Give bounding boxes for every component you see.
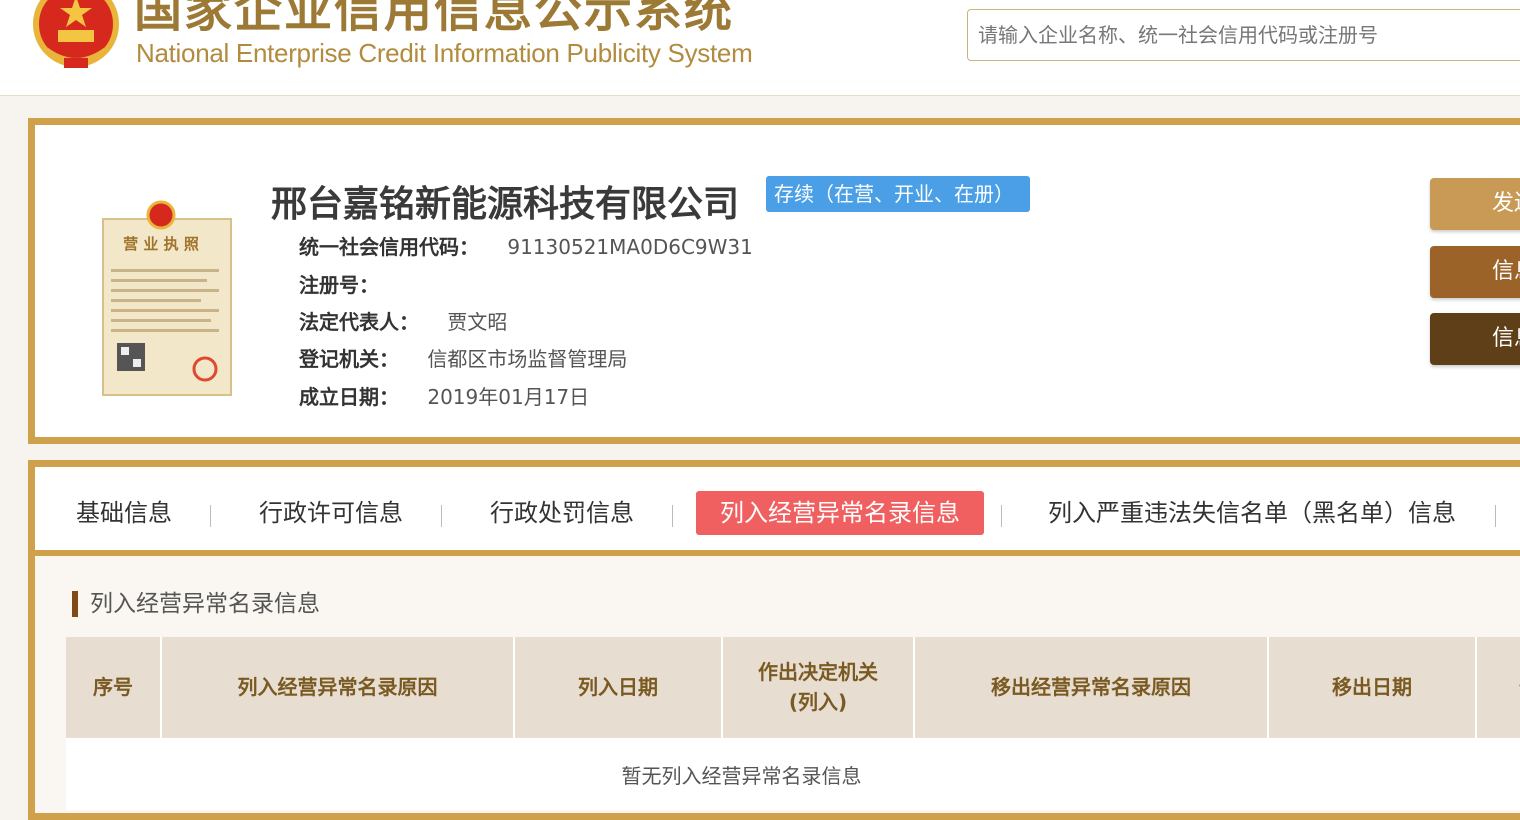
table-header-row: 序号 列入经营异常名录原因 列入日期 作出决定机关 (列入) 移出经营异常名录原…	[66, 637, 1520, 738]
credit-code-row: 统一社会信用代码： 91130521MA0D6C9W31	[299, 231, 753, 260]
credit-code-value: 91130521MA0D6C9W31	[507, 235, 753, 259]
info-button-1[interactable]: 信息	[1430, 246, 1520, 298]
reg-authority-row: 登记机关： 信都区市场监督管理局	[299, 343, 627, 372]
col-header-decision-authority: 作出决定机关 (列入)	[722, 637, 915, 738]
tab-abnormal-operation[interactable]: 列入经营异常名录信息	[696, 491, 984, 535]
reg-authority-label: 登记机关：	[299, 347, 399, 371]
col-header-remove-date: 移出日期	[1268, 637, 1477, 738]
reg-number-label: 注册号：	[299, 273, 379, 297]
search-input[interactable]	[968, 10, 1520, 60]
tab-blacklist[interactable]: 列入严重违法失信名单（黑名单）信息	[1048, 491, 1456, 535]
col-header-truncated: 作	[1476, 637, 1520, 738]
company-info-card: 营 业 执 照 邢台嘉铭新能源科技有限公司 存续（在营、开业、在册） 统一社会信…	[28, 118, 1520, 444]
send-button[interactable]: 发送	[1430, 178, 1520, 230]
svg-text:营 业 执 照: 营 业 执 照	[123, 235, 199, 253]
search-box[interactable]	[967, 9, 1520, 61]
abnormal-list-table: 序号 列入经营异常名录原因 列入日期 作出决定机关 (列入) 移出经营异常名录原…	[66, 637, 1520, 810]
info-button-2[interactable]: 信息	[1430, 313, 1520, 365]
table-row: 暂无列入经营异常名录信息	[66, 737, 1520, 810]
col-header-list-date: 列入日期	[514, 637, 723, 738]
empty-message: 暂无列入经营异常名录信息	[66, 737, 1520, 810]
est-date-label: 成立日期：	[299, 385, 399, 409]
reg-authority-value: 信都区市场监督管理局	[427, 347, 628, 371]
site-title-en: National Enterprise Credit Information P…	[136, 38, 753, 68]
site-title-cn: 国家企业信用信息公示系统	[134, 0, 735, 38]
company-name: 邢台嘉铭新能源科技有限公司	[271, 184, 740, 225]
tab-bar: 基础信息 行政许可信息 行政处罚信息 列入经营异常名录信息 列入严重违法失信名单…	[35, 467, 1520, 556]
col-header-list-reason: 列入经营异常名录原因	[161, 637, 515, 738]
national-emblem-icon	[33, 0, 119, 68]
col-header-index: 序号	[66, 637, 162, 738]
reg-number-row: 注册号：	[299, 269, 401, 298]
est-date-value: 2019年01月17日	[427, 385, 590, 409]
tab-admin-license[interactable]: 行政许可信息	[259, 491, 403, 535]
tab-admin-penalty[interactable]: 行政处罚信息	[490, 491, 634, 535]
tab-divider	[1001, 505, 1002, 527]
tab-divider	[672, 505, 673, 527]
tab-divider	[441, 505, 442, 527]
tab-divider	[210, 505, 211, 527]
legal-rep-value: 贾文昭	[447, 310, 508, 334]
credit-code-label: 统一社会信用代码：	[299, 235, 479, 259]
legal-rep-row: 法定代表人： 贾文昭	[299, 306, 507, 335]
tab-basic-info[interactable]: 基础信息	[76, 491, 172, 535]
legal-rep-label: 法定代表人：	[299, 310, 419, 334]
business-license-icon[interactable]: 营 业 执 照	[97, 193, 237, 399]
detail-card: 基础信息 行政许可信息 行政处罚信息 列入经营异常名录信息 列入严重违法失信名单…	[28, 460, 1520, 820]
tab-divider	[1495, 505, 1496, 527]
section-title: 列入经营异常名录信息	[72, 591, 320, 617]
status-badge: 存续（在营、开业、在册）	[766, 176, 1030, 212]
est-date-row: 成立日期： 2019年01月17日	[299, 381, 589, 410]
site-header: 国家企业信用信息公示系统 National Enterprise Credit …	[0, 0, 1520, 96]
col-header-remove-reason: 移出经营异常名录原因	[914, 637, 1269, 738]
